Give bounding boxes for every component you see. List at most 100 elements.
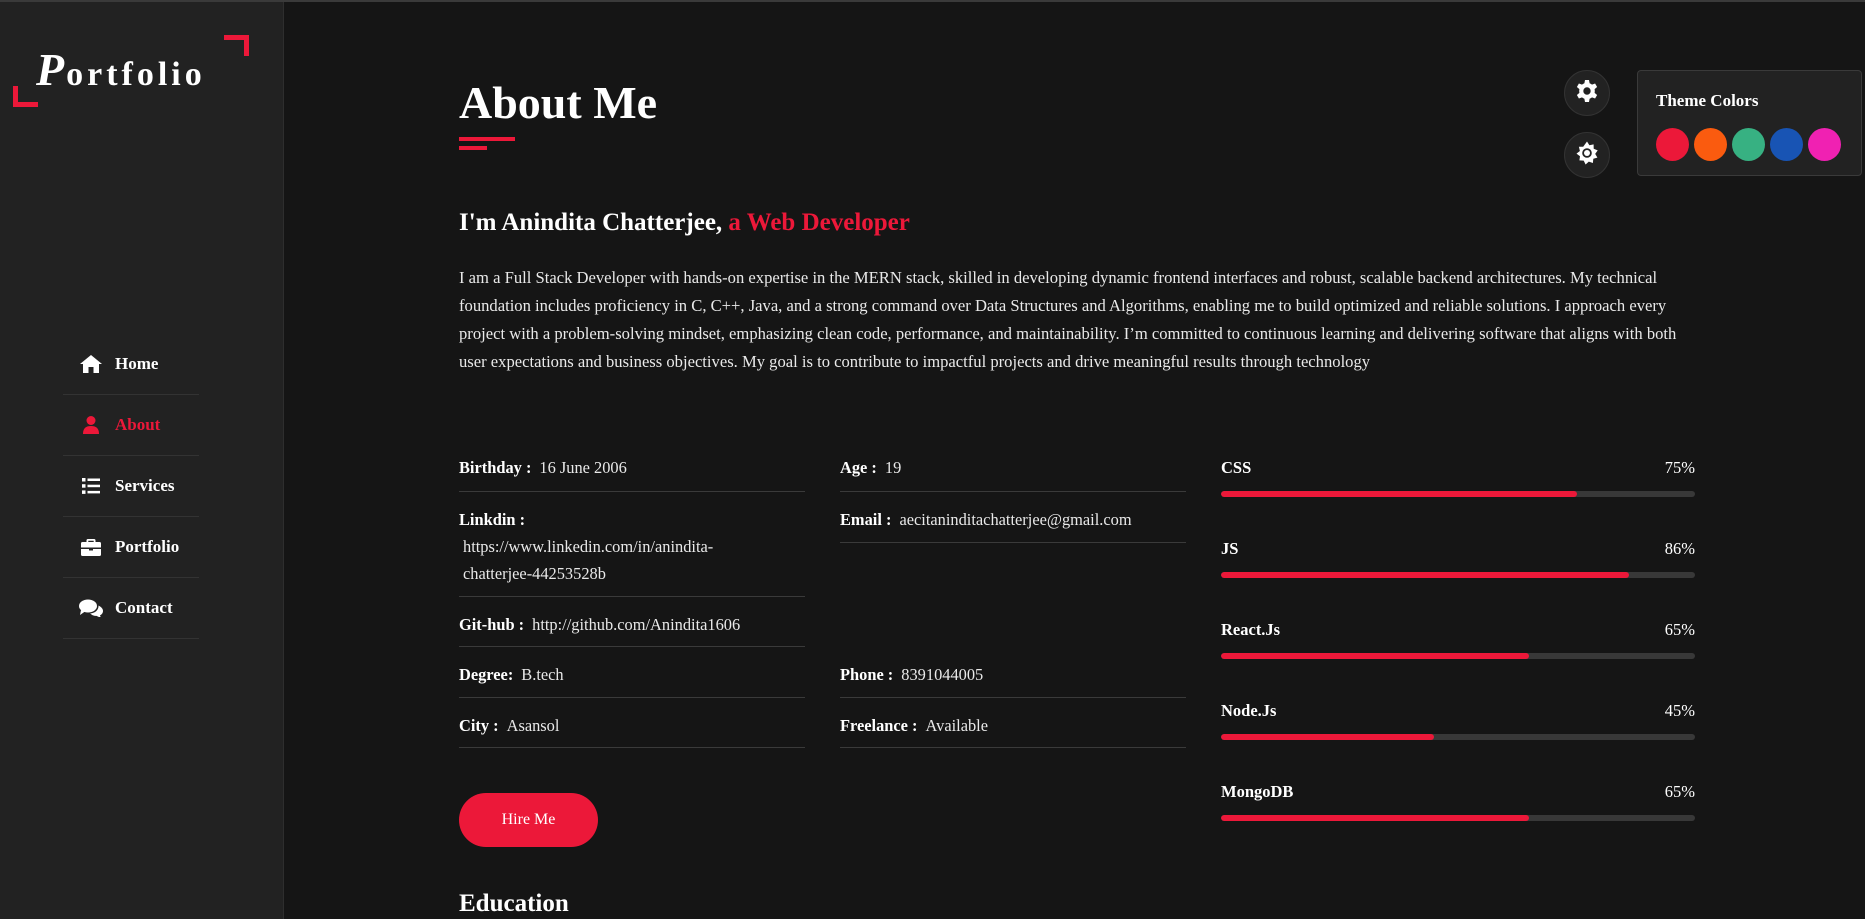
skill-progress-fill [1221,491,1577,497]
info-linkedin-label: Linkdin : [459,510,526,529]
info-city: City : Asansol [459,698,805,748]
info-linkedin-link[interactable]: https://www.linkedin.com/in/anindita-cha… [459,533,753,587]
info-email: Email : aecitaninditachatterjee@gmail.com [840,492,1186,543]
info-birthday: Birthday : 16 June 2006 [459,440,805,492]
skill-percent: 86% [1664,539,1695,558]
info-freelance: Freelance : Available [840,698,1186,748]
theme-colors-title: Theme Colors [1656,91,1759,110]
logo-text: Portfolio [36,43,206,96]
info-age: Age : 19 [840,440,1186,492]
skill-mongodb: MongoDB 65% [1221,780,1695,861]
info-degree-value: B.tech [521,665,564,684]
hire-me-button[interactable]: Hire Me [459,793,598,847]
logo[interactable]: Portfolio [13,35,249,107]
skill-nodejs: Node.Js 45% [1221,699,1695,780]
skill-progress-track [1221,653,1695,659]
skill-name: MongoDB [1221,782,1294,801]
personal-info-right: Age : 19 Email : aecitaninditachatterjee@g… [840,440,1186,748]
color-swatch-blue[interactable] [1770,128,1803,161]
info-phone-value: 8391044005 [901,665,984,684]
skill-name: Node.Js [1221,701,1277,720]
nav-label-home: Home [115,354,159,373]
skill-name: React.Js [1221,620,1281,639]
info-linkedin: Linkdin : https://www.linkedin.com/in/an… [459,492,805,597]
info-city-value: Asansol [506,716,560,735]
info-birthday-value: 16 June 2006 [539,458,627,477]
info-github: Git-hub : http://github.com/Anindita1606 [459,597,805,647]
color-swatch-red[interactable] [1656,128,1689,161]
skill-progress-track [1221,815,1695,821]
color-swatch-pink[interactable] [1808,128,1841,161]
skill-percent: 45% [1664,701,1695,720]
skill-progress-fill [1221,815,1530,821]
skill-progress-track [1221,734,1695,740]
skills-list: CSS 75% JS 86% React.Js 65% Node.Js 45% … [1221,456,1695,861]
theme-colors-panel: Theme Colors [1637,70,1862,176]
sidebar: Portfolio Home About Services Portfolio [0,2,284,919]
theme-swatches [1656,128,1841,161]
home-icon [78,354,104,374]
info-degree: Degree: B.tech [459,647,805,698]
skill-progress-fill [1221,734,1435,740]
skill-css: CSS 75% [1221,456,1695,537]
day-night-toggle[interactable] [1564,132,1610,178]
nav-label-contact: Contact [115,598,173,617]
user-icon [78,415,104,435]
info-github-link[interactable]: http://github.com/Anindita1606 [532,615,740,634]
skill-progress-fill [1221,572,1629,578]
logo-corner-top-right [224,35,249,56]
title-underline-short [459,146,487,150]
logo-rest: ortfolio [66,56,206,93]
skill-name: JS [1221,539,1239,558]
info-phone-label: Phone : [840,665,894,684]
logo-initial: P [36,44,67,95]
briefcase-icon [78,537,104,557]
skill-progress-track [1221,572,1695,578]
nav-item-home[interactable]: Home [63,334,199,395]
logo-corner-bottom-left [13,86,38,107]
intro-heading: I'm Anindita Chatterjee, a Web Developer [459,209,910,237]
list-icon [78,476,104,496]
intro-name: I'm Anindita Chatterjee, [459,209,723,236]
skill-percent: 65% [1664,620,1695,639]
info-phone: Phone : 8391044005 [840,647,1186,698]
color-swatch-green[interactable] [1732,128,1765,161]
education-heading: Education [459,890,569,917]
skill-name: CSS [1221,458,1252,477]
color-swatch-orange[interactable] [1694,128,1727,161]
info-age-value: 19 [884,458,902,477]
sun-icon [1575,141,1599,170]
main-nav: Home About Services Portfolio Contact [63,334,199,639]
skill-percent: 65% [1664,782,1695,801]
info-email-label: Email : [840,510,892,529]
nav-item-portfolio[interactable]: Portfolio [63,517,199,578]
nav-item-services[interactable]: Services [63,456,199,517]
info-email-value[interactable]: aecitaninditachatterjee@gmail.com [899,510,1131,529]
skill-js: JS 86% [1221,537,1695,618]
nav-item-contact[interactable]: Contact [63,578,199,639]
nav-label-about: About [115,415,161,434]
nav-label-portfolio: Portfolio [115,537,180,556]
about-description: I am a Full Stack Developer with hands-o… [459,268,1677,371]
info-github-label: Git-hub : [459,615,525,634]
skill-progress-track [1221,491,1695,497]
nav-item-about[interactable]: About [63,395,199,456]
info-age-label: Age : [840,458,877,477]
title-underline [459,137,515,141]
nav-label-services: Services [115,476,175,495]
skill-reactjs: React.Js 65% [1221,618,1695,699]
info-birthday-label: Birthday : [459,458,532,477]
info-city-label: City : [459,716,499,735]
info-freelance-value: Available [925,716,989,735]
comments-icon [78,598,104,618]
info-freelance-label: Freelance : [840,716,918,735]
info-degree-label: Degree: [459,665,514,684]
theme-settings-button[interactable] [1564,70,1610,116]
personal-info-left: Birthday : 16 June 2006 Linkdin : https:/… [459,440,805,748]
intro-role: a Web Developer [728,209,910,236]
gear-icon [1575,79,1599,108]
page-title: About Me [459,77,658,128]
skill-progress-fill [1221,653,1530,659]
skill-percent: 75% [1664,458,1695,477]
